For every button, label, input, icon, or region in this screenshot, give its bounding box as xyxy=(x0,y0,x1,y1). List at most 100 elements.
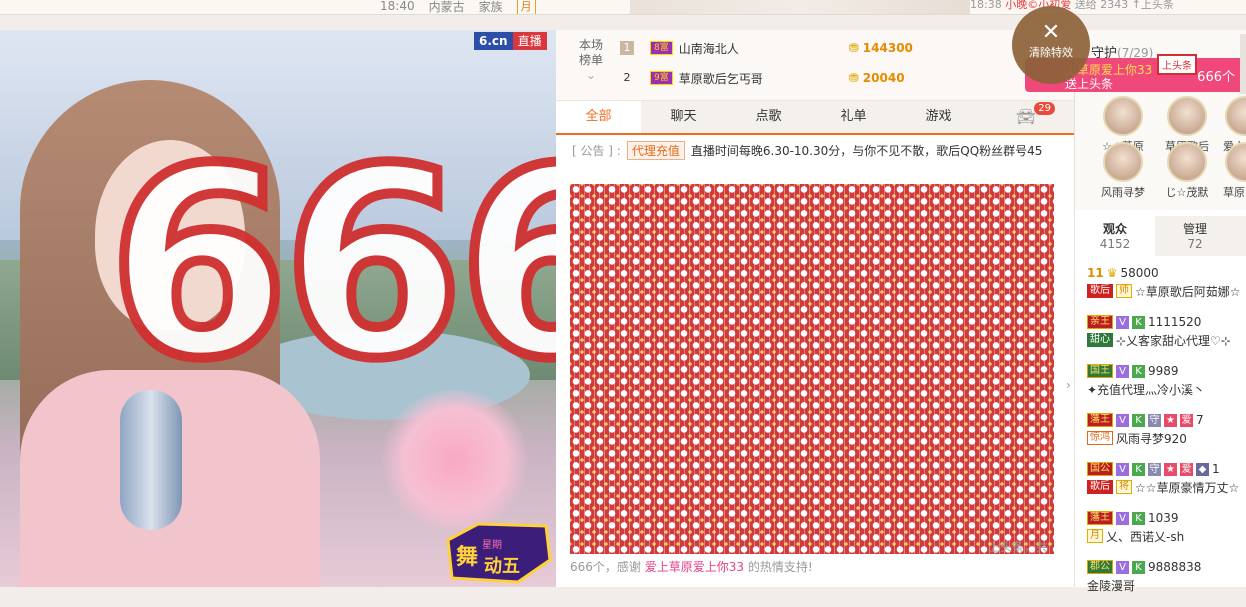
list-item[interactable]: 藩王 V K 守 ★ 爱 7 惊鸿 风雨寻梦920 xyxy=(1087,411,1246,460)
clear-effects-button[interactable]: ✕ 清除特效 xyxy=(1012,6,1090,84)
car-icon: 🚘︎ xyxy=(1015,107,1037,126)
tab-audience[interactable]: 观众 4152 xyxy=(1075,216,1155,256)
tab-games[interactable]: 游戏 xyxy=(896,101,981,133)
ranking-value: 144300 xyxy=(862,41,913,55)
user-name: ☆草原歌后阿茹娜☆ xyxy=(1135,284,1241,299)
k-badge: K xyxy=(1132,560,1145,574)
ticker-time: 18:38 xyxy=(970,0,1002,11)
tab-cars[interactable]: 🚘︎ 29 xyxy=(981,101,1071,133)
coin-icon: ⛃ xyxy=(848,41,859,55)
brand-badge: 6.cn 直播 xyxy=(474,32,547,50)
list-item[interactable]: 国王 V K 9989 ✦充值代理灬冷小溪丶 xyxy=(1087,362,1246,411)
rank-badge: 藩王 xyxy=(1087,511,1113,525)
list-item[interactable]: 国公 V K 守 ★ 爱 ◆ 1 歌后将 ☆☆草原豪情万丈☆ xyxy=(1087,460,1246,509)
tab-gift-list[interactable]: 礼单 xyxy=(811,101,896,133)
live-video[interactable]: 666 6.cn 直播 舞 星期 动五 xyxy=(0,30,556,587)
k-badge: K xyxy=(1132,511,1145,525)
svg-text:星期: 星期 xyxy=(482,539,502,551)
user-tag: 歌后 xyxy=(1087,284,1113,298)
tab-song-request[interactable]: 点歌 xyxy=(726,101,811,133)
ranking-row[interactable]: 1 8富 山南海北人 ⛃ 144300 xyxy=(620,38,913,58)
thanks-user-link[interactable]: 爱上草原爱上你33 xyxy=(645,560,744,574)
brand-logo: 6.cn xyxy=(474,32,513,50)
user-tag: 甜心 xyxy=(1087,333,1113,347)
love-badge: 爱 xyxy=(1180,462,1193,476)
guardian-avatar xyxy=(1167,96,1207,136)
session-ranking: 本场 榜单 ⌄ 1 8富 山南海北人 ⛃ 144300 2 9富 草原歌后乞丐哥… xyxy=(556,30,1074,101)
announcement: [ 公告 ] : 代理充值 直播时间每晚6.30-10.30分，与你不见不散，歌… xyxy=(572,139,1072,161)
crown-icon: ♛ xyxy=(1106,266,1118,280)
wealth-level-badge: 9富 xyxy=(650,71,673,85)
vip-badge: V xyxy=(1116,413,1129,427)
list-item[interactable]: 藩王 V K 1039 月乂、西诺乂-sh xyxy=(1087,509,1246,558)
side-handle[interactable] xyxy=(1240,34,1246,94)
gem-badge: ◆ xyxy=(1196,462,1209,476)
list-item[interactable]: 亲王 V K 1111520 甜心 ⊹乂客家甜心代理♡⊹ xyxy=(1087,313,1246,362)
user-tag: 月 xyxy=(1087,529,1103,543)
k-badge: K xyxy=(1132,413,1145,427)
love-badge: 爱 xyxy=(1180,413,1193,427)
ranking-value: 20040 xyxy=(862,71,905,85)
rank-badge: 国王 xyxy=(1087,364,1113,378)
vip-badge: V xyxy=(1116,462,1129,476)
user-name: 金陵漫哥 xyxy=(1087,578,1136,593)
ticker-tail: 2343 ↑上头条 xyxy=(1100,0,1174,11)
svg-text:舞: 舞 xyxy=(456,544,478,570)
k-badge: K xyxy=(1132,315,1145,329)
chat-tabs: 全部 聊天 点歌 礼单 游戏 🚘︎ 29 xyxy=(556,101,1074,135)
close-icon: ✕ xyxy=(1041,20,1061,45)
list-item[interactable]: 11 ♛ 58000 歌后师 ☆草原歌后阿茹娜☆ xyxy=(1087,264,1246,313)
rank-number: 1 xyxy=(620,41,634,55)
guardian-member[interactable]: じ☆茂默 xyxy=(1157,142,1217,200)
microphone-image xyxy=(120,390,182,530)
guardian-member[interactable]: 风雨寻梦 xyxy=(1093,142,1153,200)
guard-badge: 守 xyxy=(1148,462,1161,476)
guardian-member[interactable]: 草原 xyxy=(1221,142,1246,200)
rank-badge: 国公 xyxy=(1087,462,1113,476)
audience-list: 11 ♛ 58000 歌后师 ☆草原歌后阿茹娜☆ 亲王 V K 1111520 甜心 ⊹乂客家… xyxy=(1087,264,1246,607)
clear-effects-label: 清除特效 xyxy=(1029,46,1073,59)
family-tag[interactable]: 月 xyxy=(516,0,536,14)
user-tag: 将 xyxy=(1116,480,1132,494)
gift-ticker: 18:38 小晚©小初爱 送给 2343 ↑上头条 xyxy=(970,0,1174,12)
dance-friday-logo: 舞 星期 动五 xyxy=(446,522,552,584)
car-count-badge: 29 xyxy=(1034,102,1055,115)
gift-count-text: 上头条，共 xyxy=(988,540,1049,554)
audience-count: 4152 xyxy=(1099,237,1131,251)
user-tag: 歌后 xyxy=(1087,480,1113,494)
vip-badge: V xyxy=(1116,315,1129,329)
tab-all[interactable]: 全部 xyxy=(556,101,641,133)
ranking-label[interactable]: 本场 榜单 ⌄ xyxy=(576,38,606,83)
agent-recharge-tag[interactable]: 代理充值 xyxy=(626,140,685,160)
user-level: 11 xyxy=(1087,266,1104,280)
guardian-section: 守护(7/29) 上草原爱上你33 送上头条 上头条 666个 ☆☆草原 草原歌… xyxy=(1025,30,1246,210)
user-tag: 惊鸿 xyxy=(1087,431,1113,445)
ranking-name: 山南海北人 xyxy=(678,41,739,56)
family-label: 家族 xyxy=(478,0,503,14)
guardian-avatar xyxy=(1225,96,1246,136)
flower-effect xyxy=(380,390,530,530)
headline-sign-icon: 上头条 xyxy=(1157,54,1197,75)
chevron-down-icon: ⌄ xyxy=(585,68,597,82)
user-name: 乂、西诺乂-sh xyxy=(1106,529,1185,544)
tab-chat[interactable]: 聊天 xyxy=(641,101,726,133)
coin-icon: ⛃ xyxy=(848,71,859,85)
star-icon: ★ xyxy=(1164,462,1177,476)
guard-badge: 守 xyxy=(1148,413,1161,427)
guardian-avatar xyxy=(1225,142,1246,182)
ranking-row[interactable]: 2 9富 草原歌后乞丐哥 ⛃ 20040 xyxy=(620,68,905,88)
room-meta: 18:40 内蒙古 家族 月 xyxy=(380,0,536,14)
user-name: ✦充值代理灬冷小溪丶 xyxy=(1087,382,1206,397)
time-text: 18:40 xyxy=(380,0,415,13)
k-badge: K xyxy=(1132,364,1145,378)
chevron-right-icon[interactable]: › xyxy=(1066,378,1071,392)
user-name: ☆☆草原豪情万丈☆ xyxy=(1135,480,1240,495)
guardian-avatar xyxy=(1103,96,1143,136)
k-badge: K xyxy=(1132,462,1145,476)
list-item[interactable]: 郡公 V K 9888838 金陵漫哥 xyxy=(1087,558,1246,607)
vip-badge: V xyxy=(1116,560,1129,574)
banner-count: 666个 xyxy=(1197,70,1235,85)
ticker-text: 送给 xyxy=(1074,0,1097,11)
rank-badge: 郡公 xyxy=(1087,560,1113,574)
tab-managers[interactable]: 管理 72 xyxy=(1155,216,1235,256)
